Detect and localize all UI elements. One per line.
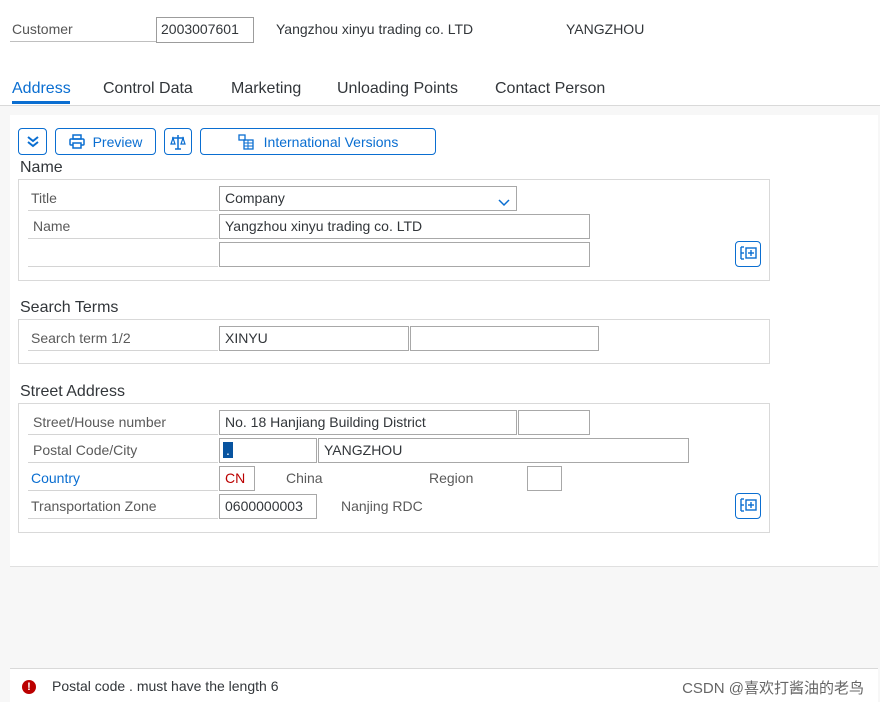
transportation-zone-input[interactable]: 0600000003 (219, 494, 317, 519)
object-header: Customer 2003007601 Yangzhou xinyu tradi… (0, 0, 880, 58)
search-term-1-input[interactable]: XINYU (219, 326, 409, 351)
printer-icon (68, 134, 85, 149)
street-input[interactable]: No. 18 Hanjiang Building District (219, 410, 517, 435)
name-label-underline (28, 238, 218, 239)
house-number-input[interactable] (518, 410, 590, 435)
active-tab-indicator (12, 101, 70, 104)
more-address-fields-button[interactable] (735, 493, 761, 519)
preview-label: Preview (92, 133, 143, 150)
postal-code-input[interactable]: . (219, 438, 317, 463)
street-address-group: Street/House number No. 18 Hanjiang Buil… (18, 403, 770, 533)
postal-city-label-underline (28, 462, 218, 463)
tab-marketing[interactable]: Marketing (231, 80, 301, 98)
tab-contact-person[interactable]: Contact Person (495, 80, 605, 98)
name-label: Name (33, 218, 71, 234)
double-chevron-down-icon (26, 135, 40, 149)
tab-control-data[interactable]: Control Data (103, 80, 193, 98)
error-message-text[interactable]: Postal code . must have the length 6 (52, 678, 278, 694)
expand-all-button[interactable] (18, 128, 47, 155)
preview-button[interactable]: Preview (55, 128, 156, 155)
street-label-underline (28, 434, 218, 435)
transportation-zone-label-underline (28, 518, 218, 519)
country-label-underline (28, 490, 218, 491)
balance-scale-icon (170, 134, 186, 150)
search-terms-group: Search term 1/2 XINYU (18, 319, 770, 364)
title-label-underline (28, 210, 218, 211)
country-code-input[interactable]: CN (219, 466, 255, 491)
tab-unloading-points[interactable]: Unloading Points (337, 80, 458, 98)
title-label: Title (31, 190, 57, 206)
region-label: Region (429, 470, 474, 486)
name2-input[interactable] (219, 242, 590, 267)
international-versions-button[interactable]: International Versions (200, 128, 436, 155)
customer-number-field[interactable]: 2003007601 (156, 17, 254, 43)
add-field-icon (739, 497, 757, 516)
international-versions-label: International Versions (263, 133, 399, 150)
street-address-section-title: Street Address (20, 383, 125, 400)
customer-label: Customer (12, 21, 73, 37)
tab-address[interactable]: Address (12, 80, 71, 98)
customer-name: Yangzhou xinyu trading co. LTD (276, 21, 474, 37)
csdn-watermark: CSDN @喜欢打酱油的老鸟 (682, 680, 864, 697)
search-term-label-underline (28, 350, 218, 351)
tab-bar: Address Control Data Marketing Unloading… (0, 58, 880, 106)
red-underline-annotation (46, 697, 308, 702)
add-field-icon (739, 245, 757, 264)
title-value: Company (225, 190, 285, 206)
search-terms-section-title: Search Terms (20, 299, 119, 316)
chevron-down-icon (498, 194, 510, 210)
name-section-title: Name (20, 159, 63, 176)
search-term-2-input[interactable] (410, 326, 599, 351)
postal-city-label: Postal Code/City (33, 442, 138, 458)
postal-code-selected-text: . (223, 442, 233, 458)
message-bar: ! Postal code . must have the length 6 C… (10, 668, 878, 702)
customer-city: YANGZHOU (566, 21, 645, 37)
city-input[interactable]: YANGZHOU (318, 438, 689, 463)
name1-input[interactable]: Yangzhou xinyu trading co. LTD (219, 214, 590, 239)
street-label: Street/House number (33, 414, 167, 430)
country-name: China (286, 470, 323, 486)
more-name-fields-button[interactable] (735, 241, 761, 267)
error-icon: ! (22, 680, 36, 694)
grid-table-icon (238, 133, 254, 150)
compare-button[interactable] (164, 128, 192, 155)
country-label-link[interactable]: Country (31, 470, 80, 486)
name2-label-underline (28, 266, 218, 267)
title-select[interactable]: Company (219, 186, 517, 211)
address-panel: Preview International Versions Name Titl… (10, 115, 878, 567)
transportation-zone-label: Transportation Zone (31, 498, 157, 514)
transportation-zone-description: Nanjing RDC (341, 498, 423, 514)
search-term-label: Search term 1/2 (31, 330, 131, 346)
name-group: Title Company Name Yangzhou xinyu tradin… (18, 179, 770, 281)
region-input[interactable] (527, 466, 562, 491)
